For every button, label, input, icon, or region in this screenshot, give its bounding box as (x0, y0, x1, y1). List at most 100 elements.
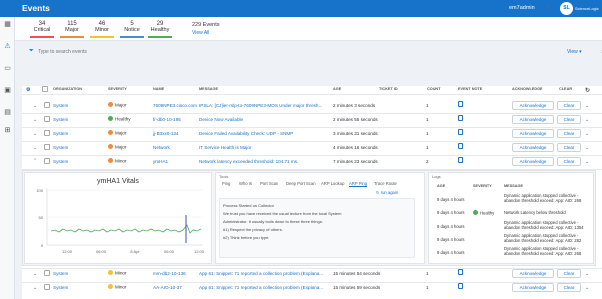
clear-button[interactable]: Clear (557, 101, 581, 110)
note-icon[interactable] (458, 269, 463, 275)
tab-arp-lookup[interactable]: ARP Lookup (321, 181, 344, 186)
row-name[interactable]: ymHA1 (153, 159, 200, 164)
header-message[interactable]: MESSAGE (199, 87, 218, 91)
search-input[interactable] (38, 46, 558, 58)
clear-button[interactable]: Clear (557, 157, 581, 166)
severity-healthy[interactable]: 29 Healthy (148, 20, 172, 38)
header-count[interactable]: COUNT (427, 87, 441, 91)
tab-deep-port-scan[interactable]: Deep Port Scan (286, 181, 316, 186)
user-menu[interactable]: em7admin (509, 5, 535, 11)
chevron-down-icon[interactable]: ⌄ (585, 117, 589, 123)
filter-icon[interactable]: ⏷ (29, 48, 34, 55)
header-note[interactable]: EVENT NOTE (458, 87, 482, 91)
tab-port-scan[interactable]: Port Scan (260, 181, 278, 186)
row-checkbox[interactable] (44, 116, 50, 122)
note-icon[interactable] (458, 101, 463, 107)
tab-trace-route[interactable]: Trace Route (374, 181, 397, 186)
chevron-down-icon[interactable]: ⌄ (33, 117, 37, 123)
settings-icon[interactable]: ⚙ (26, 87, 30, 93)
row-checkbox[interactable] (44, 284, 50, 290)
clear-button[interactable]: Clear (557, 269, 581, 278)
row-name[interactable]: mm-db2-10-136 (153, 271, 200, 276)
clear-button[interactable]: Clear (557, 115, 581, 124)
chevron-down-icon[interactable]: ⌄ (33, 103, 37, 109)
topology-icon[interactable]: ⊞ (3, 127, 12, 134)
row-name[interactable]: 7609NPE3.cisco.com (153, 103, 200, 108)
row-checkbox[interactable] (44, 144, 50, 150)
header-age[interactable]: AGE (333, 87, 341, 91)
row-name[interactable]: AA-AIO-10-37 (153, 285, 200, 290)
view-all-link[interactable]: View All (192, 30, 209, 36)
clear-button[interactable]: Clear (557, 283, 581, 292)
header-clear[interactable]: CLEAR (559, 87, 572, 91)
row-name[interactable]: fr-db0-10-195 (153, 117, 200, 122)
tab-arp-ping[interactable]: ARP Ping (349, 181, 368, 187)
row-org[interactable]: System (53, 285, 68, 290)
chevron-down-icon[interactable]: ⌄ (585, 145, 589, 151)
chevron-down-icon[interactable]: ⌄ (585, 131, 589, 137)
row-org[interactable]: System (53, 103, 68, 108)
chevron-down-icon[interactable]: ⌄ (33, 271, 37, 277)
row-message[interactable]: IPSLA: [CJ]ier-rslp-to-7609NPE3-MOS Unde… (199, 103, 329, 108)
note-icon[interactable] (458, 115, 463, 121)
clear-button[interactable]: Clear (557, 143, 581, 152)
chevron-down-icon[interactable]: ⌄ (33, 145, 37, 151)
note-icon[interactable] (458, 157, 463, 163)
row-checkbox[interactable] (44, 158, 50, 164)
acknowledge-button[interactable]: Acknowledge (512, 157, 554, 166)
note-icon[interactable] (458, 283, 463, 289)
chevron-down-icon[interactable]: ⌄ (585, 285, 589, 291)
tab-who-is[interactable]: Who Is (239, 181, 252, 186)
row-org[interactable]: System (53, 159, 68, 164)
row-message[interactable]: App 61: Snippet: 71 reported a collectio… (199, 271, 329, 276)
row-message[interactable]: App 61: Snippet: 71 reported a collectio… (199, 285, 329, 290)
severity-major[interactable]: 115 Major (60, 20, 84, 38)
acknowledge-button[interactable]: Acknowledge (512, 269, 554, 278)
row-message[interactable]: IT Service Health is Major (199, 145, 329, 150)
tab-ping[interactable]: Ping (222, 181, 230, 186)
severity-notice[interactable]: 5 Notice (120, 20, 144, 38)
header-severity[interactable]: SEVERITY (108, 87, 127, 91)
registry-icon[interactable]: ▤ (3, 109, 12, 116)
chevron-down-icon[interactable]: ⌄ (585, 159, 589, 165)
severity-minor[interactable]: 46 Minor (90, 20, 114, 38)
row-org[interactable]: System (53, 117, 68, 122)
row-org[interactable]: System (53, 145, 68, 150)
acknowledge-button[interactable]: Acknowledge (512, 143, 554, 152)
chevron-down-icon[interactable]: ▾ (547, 5, 550, 11)
refresh-icon[interactable]: ↻ (585, 87, 590, 94)
view-dropdown[interactable]: View ▾ (567, 49, 582, 55)
note-icon[interactable] (458, 129, 463, 135)
row-checkbox[interactable] (44, 130, 50, 136)
events-icon[interactable]: ⚠ (3, 43, 12, 50)
row-message[interactable]: Device Now Available (199, 117, 329, 122)
chevron-up-icon[interactable]: ⌃ (33, 158, 37, 164)
header-ticket[interactable]: TICKET ID (379, 87, 398, 91)
acknowledge-button[interactable]: Acknowledge (512, 129, 554, 138)
run-again-link[interactable]: ↻ run again (376, 190, 398, 195)
header-name[interactable]: NAME (153, 87, 164, 91)
chevron-down-icon[interactable]: ⌄ (585, 103, 589, 109)
row-checkbox[interactable] (44, 102, 50, 108)
chevron-down-icon[interactable]: ⌄ (33, 285, 37, 291)
chevron-down-icon[interactable]: ⌄ (585, 271, 589, 277)
row-checkbox[interactable] (44, 270, 50, 276)
row-name[interactable]: jj-B3xx0-134 (153, 131, 200, 136)
dashboard-icon[interactable]: ▦ (3, 21, 12, 28)
row-org[interactable]: System (53, 131, 68, 136)
acknowledge-button[interactable]: Acknowledge (512, 101, 554, 110)
row-name[interactable]: Network (153, 145, 200, 150)
note-icon[interactable] (458, 143, 463, 149)
row-message[interactable]: Network latency exceeded threshold: 104.… (199, 159, 329, 164)
row-message[interactable]: Device Failed Availability Check: UDP - … (199, 131, 329, 136)
severity-critical[interactable]: 34 Critical (30, 20, 54, 38)
chevron-down-icon[interactable]: ⌄ (33, 131, 37, 137)
header-organization[interactable]: ORGANIZATION (53, 87, 82, 91)
devices-icon[interactable]: ▭ (3, 65, 12, 72)
monitor-icon[interactable]: ▣ (3, 87, 12, 94)
acknowledge-button[interactable]: Acknowledge (512, 283, 554, 292)
row-org[interactable]: System (53, 271, 68, 276)
select-all-checkbox[interactable] (42, 86, 48, 92)
header-ack[interactable]: ACKNOWLEDGE (512, 87, 543, 91)
acknowledge-button[interactable]: Acknowledge (512, 115, 554, 124)
